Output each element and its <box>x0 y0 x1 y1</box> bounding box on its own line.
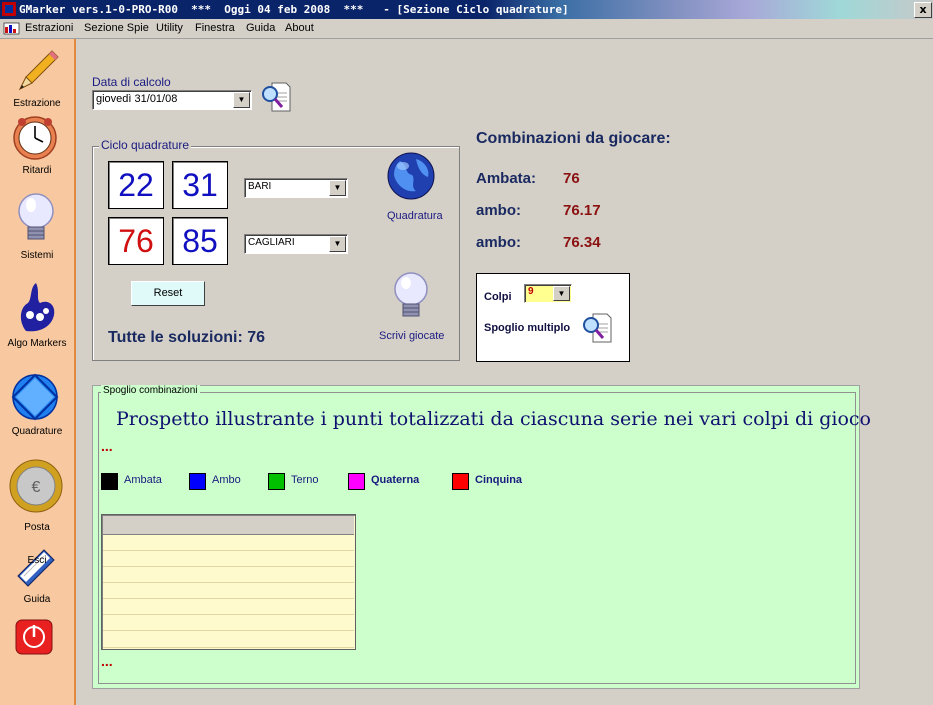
wheel-select-2[interactable]: CAGLIARI ▼ <box>244 234 348 254</box>
menu-bar: Estrazioni Sezione Spie Utility Finestra… <box>0 19 933 39</box>
sidebar-item-label: Guida <box>23 594 51 605</box>
sidebar-item-label: Quadrature <box>11 426 63 437</box>
spoglio-panel: Spoglio combinazioni Prospetto illustran… <box>92 385 871 689</box>
clock-icon <box>13 116 57 160</box>
legend-swatch-quaterna <box>348 473 365 490</box>
spoglio-title: Spoglio combinazioni <box>101 385 200 396</box>
app-icon <box>2 2 16 16</box>
menu-finestra[interactable]: Finestra <box>195 22 235 34</box>
results-grid[interactable] <box>101 514 356 650</box>
legend-label-cinquina: Cinquina <box>475 474 523 486</box>
lottery-hand-icon <box>20 283 55 332</box>
table-row[interactable] <box>103 631 354 648</box>
number-value: 85 <box>182 223 218 259</box>
quadratura-label[interactable]: Quadratura <box>387 210 443 222</box>
legend-label-quaterna: Quaterna <box>371 474 420 486</box>
number-box-3[interactable]: 76 <box>108 217 164 265</box>
chevron-down-icon: ▼ <box>329 180 346 196</box>
menu-about[interactable]: About <box>285 22 314 34</box>
wheel-select-1[interactable]: BARI ▼ <box>244 178 348 198</box>
chevron-down-icon: ▼ <box>329 236 346 252</box>
close-button[interactable]: x <box>914 2 932 18</box>
lightbulb-icon <box>18 193 54 240</box>
table-row[interactable] <box>103 551 354 567</box>
combination-value: 76.17 <box>563 202 601 219</box>
colpi-panel: Colpi 9 ▼ Spoglio multiplo <box>476 273 630 362</box>
legend-label-terno: Terno <box>291 474 319 486</box>
calc-date-label: Data di calcolo <box>92 75 171 89</box>
ciclo-quadrature-title: Ciclo quadrature <box>99 138 192 152</box>
number-value: 22 <box>118 167 154 203</box>
spoglio-multiplo-label: Spoglio multiplo <box>484 322 571 334</box>
wheel-value: BARI <box>248 181 272 192</box>
scrivi-giocate-label[interactable]: Scrivi giocate <box>379 330 444 342</box>
number-value: 31 <box>182 167 218 203</box>
euro-coin-icon: € <box>9 459 63 513</box>
legend-swatch-ambata <box>101 473 118 490</box>
calc-date-value: giovedì 31/01/08 <box>96 93 178 105</box>
reset-button[interactable]: Reset <box>131 281 205 306</box>
colpi-value: 9 <box>528 286 534 297</box>
chevron-down-icon: ▼ <box>233 92 250 108</box>
book-icon <box>17 549 55 587</box>
esci-badge: Esci <box>27 555 47 566</box>
legend-label-ambo: Ambo <box>212 474 241 486</box>
combination-label: ambo: <box>476 234 521 251</box>
combinations-title: Combinazioni da giocare: <box>476 130 671 147</box>
svg-text:€: € <box>32 479 41 496</box>
title-bar: GMarker vers.1-0-PRO-R00 *** Oggi 04 feb… <box>0 0 933 19</box>
number-box-4[interactable]: 85 <box>172 217 228 265</box>
chevron-down-icon: ▼ <box>553 286 570 301</box>
legend-swatch-cinquina <box>452 473 469 490</box>
sidebar-item-label: Estrazione <box>13 98 61 109</box>
menu-guida[interactable]: Guida <box>246 22 275 34</box>
sidebar: Estrazione Ritardi Sistemi Algo Markers <box>0 39 76 705</box>
table-row[interactable] <box>103 599 354 615</box>
colpi-select[interactable]: 9 ▼ <box>524 284 572 303</box>
combination-label: ambo: <box>476 202 521 219</box>
spoglio-heading: Prospetto illustrante i punti totalizzat… <box>116 408 871 430</box>
combination-value: 76 <box>563 170 580 187</box>
results-grid-header <box>103 516 354 535</box>
sidebar-item-label: Ritardi <box>22 165 52 176</box>
table-row[interactable] <box>103 583 354 599</box>
power-icon[interactable] <box>15 619 53 655</box>
mdi-child-icon[interactable] <box>3 22 20 35</box>
sidebar-item-label: Posta <box>24 522 50 533</box>
table-row[interactable] <box>103 567 354 583</box>
window-title: GMarker vers.1-0-PRO-R00 *** Oggi 04 feb… <box>19 3 569 16</box>
number-value: 76 <box>118 223 154 259</box>
menu-utility[interactable]: Utility <box>156 22 183 34</box>
globe-icon[interactable] <box>386 151 436 201</box>
wheel-value: CAGLIARI <box>248 237 295 248</box>
number-box-2[interactable]: 31 <box>172 161 228 209</box>
ellipsis-bottom: ... <box>101 653 113 669</box>
pencil-icon <box>18 50 59 91</box>
colpi-label: Colpi <box>484 291 512 303</box>
solutions-label: Tutte le soluzioni: 76 <box>108 329 266 346</box>
legend-swatch-ambo <box>189 473 206 490</box>
legend-label-ambata: Ambata <box>124 474 162 486</box>
ellipsis-top: ... <box>101 438 113 454</box>
sidebar-item-label: Algo Markers <box>7 338 67 349</box>
number-box-1[interactable]: 22 <box>108 161 164 209</box>
legend-swatch-terno <box>268 473 285 490</box>
sidebar-item-label: Sistemi <box>20 250 54 261</box>
diamond-circle-icon <box>11 373 59 421</box>
main-panel: Data di calcolo giovedì 31/01/08 ▼ Ciclo… <box>76 39 933 705</box>
table-row[interactable] <box>103 535 354 551</box>
combination-value: 76.34 <box>563 234 601 251</box>
table-row[interactable] <box>103 615 354 631</box>
calc-date-select[interactable]: giovedì 31/01/08 ▼ <box>92 90 252 110</box>
document-search-icon[interactable] <box>581 312 613 344</box>
combination-label: Ambata: <box>476 170 537 187</box>
lightbulb-icon[interactable] <box>391 271 431 323</box>
document-search-icon[interactable] <box>260 81 292 113</box>
menu-estrazioni[interactable]: Estrazioni <box>25 22 73 34</box>
menu-sezione-spie[interactable]: Sezione Spie <box>84 22 149 34</box>
